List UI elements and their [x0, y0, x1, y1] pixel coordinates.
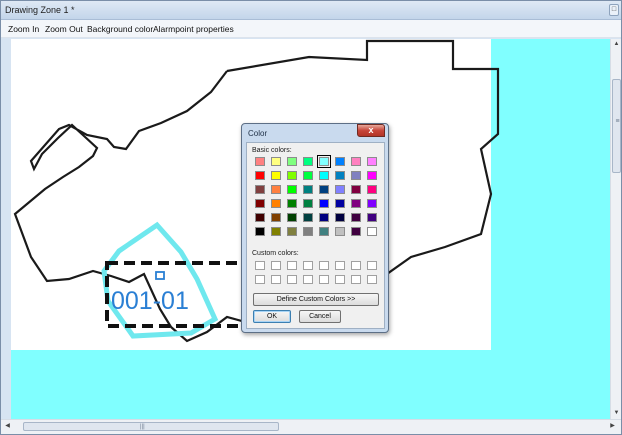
basic-color-swatch[interactable]: [367, 185, 377, 194]
basic-color-swatch[interactable]: [335, 157, 345, 166]
app-window: Drawing Zone 1 * □ Zoom In Zoom Out Back…: [0, 0, 622, 435]
basic-color-swatch[interactable]: [303, 199, 313, 208]
basic-color-swatch[interactable]: [351, 199, 361, 208]
menu-item-alarmpoint-properties[interactable]: Alarmpoint properties: [153, 24, 234, 34]
alarm-point-label[interactable]: 001-01: [111, 287, 189, 316]
basic-color-swatch[interactable]: [351, 157, 361, 166]
basic-color-swatch[interactable]: [271, 199, 281, 208]
scroll-left-icon[interactable]: ◀: [3, 422, 12, 431]
basic-color-swatch[interactable]: [335, 185, 345, 194]
menu-item-background-color[interactable]: Background color: [87, 24, 153, 34]
basic-color-swatch[interactable]: [287, 199, 297, 208]
custom-color-swatch[interactable]: [255, 275, 265, 284]
color-dialog-title: Color: [248, 129, 268, 138]
scroll-down-icon[interactable]: ▼: [612, 409, 621, 418]
basic-color-swatch[interactable]: [287, 171, 297, 180]
window-title: Drawing Zone 1 *: [5, 5, 75, 15]
basic-color-swatch[interactable]: [367, 171, 377, 180]
custom-color-swatch[interactable]: [367, 275, 377, 284]
basic-colors-label: Basic colors:: [252, 147, 292, 154]
horizontal-scrollbar[interactable]: ◀ ||| ▶: [1, 419, 621, 434]
menu-item-zoom-in[interactable]: Zoom In: [8, 24, 39, 34]
basic-color-swatch[interactable]: [271, 171, 281, 180]
custom-color-swatch[interactable]: [367, 261, 377, 270]
basic-color-swatch[interactable]: [287, 227, 297, 236]
basic-color-swatch[interactable]: [303, 213, 313, 222]
vertical-scrollbar[interactable]: ▲ ≡ ▼: [610, 39, 621, 419]
basic-color-swatch[interactable]: [335, 199, 345, 208]
basic-color-swatch[interactable]: [255, 199, 265, 208]
close-icon[interactable]: x: [357, 124, 385, 137]
cancel-button[interactable]: Cancel: [299, 310, 341, 323]
scroll-grip-icon: ≡: [615, 118, 620, 125]
basic-color-swatch[interactable]: [287, 185, 297, 194]
custom-color-swatch[interactable]: [351, 261, 361, 270]
basic-color-swatch[interactable]: [271, 227, 281, 236]
hscroll-grip-icon: |||: [140, 424, 145, 430]
basic-color-swatch[interactable]: [287, 213, 297, 222]
define-custom-colors-button[interactable]: Define Custom Colors >>: [253, 293, 379, 306]
basic-color-swatch[interactable]: [255, 227, 265, 236]
basic-color-swatch[interactable]: [271, 213, 281, 222]
color-dialog[interactable]: Color x Basic colors: Custom colors: Def…: [241, 123, 389, 333]
basic-color-swatch[interactable]: [255, 157, 265, 166]
basic-color-swatch[interactable]: [271, 185, 281, 194]
basic-color-swatch[interactable]: [255, 171, 265, 180]
basic-color-swatch[interactable]: [271, 157, 281, 166]
menu-bar: Zoom In Zoom Out Background color Alarmp…: [1, 20, 621, 38]
custom-color-swatch[interactable]: [287, 261, 297, 270]
basic-color-swatch[interactable]: [367, 199, 377, 208]
basic-color-swatch[interactable]: [351, 213, 361, 222]
basic-color-swatch[interactable]: [303, 185, 313, 194]
basic-color-swatch[interactable]: [317, 155, 331, 168]
ok-button[interactable]: OK: [253, 310, 291, 323]
horizontal-scroll-thumb[interactable]: |||: [23, 422, 279, 431]
scroll-right-icon[interactable]: ▶: [608, 422, 617, 431]
basic-color-swatch[interactable]: [335, 213, 345, 222]
title-bar[interactable]: Drawing Zone 1 * □: [1, 1, 621, 20]
basic-color-swatch[interactable]: [319, 213, 329, 222]
custom-color-swatch[interactable]: [303, 275, 313, 284]
basic-color-swatch[interactable]: [303, 171, 313, 180]
basic-color-swatch[interactable]: [287, 157, 297, 166]
basic-color-swatch[interactable]: [367, 157, 377, 166]
custom-color-swatch[interactable]: [287, 275, 297, 284]
menu-item-zoom-out[interactable]: Zoom Out: [45, 24, 83, 34]
custom-colors-label: Custom colors:: [252, 250, 299, 257]
alarm-zone-highlight[interactable]: [101, 221, 219, 339]
basic-color-swatch[interactable]: [335, 227, 345, 236]
basic-color-swatch[interactable]: [255, 185, 265, 194]
custom-color-swatch[interactable]: [319, 261, 329, 270]
basic-color-swatch[interactable]: [367, 213, 377, 222]
basic-color-swatch[interactable]: [255, 213, 265, 222]
basic-color-swatch[interactable]: [303, 227, 313, 236]
basic-color-swatch[interactable]: [335, 171, 345, 180]
custom-color-swatch[interactable]: [319, 275, 329, 284]
restore-button[interactable]: □: [609, 4, 619, 16]
custom-color-swatch[interactable]: [303, 261, 313, 270]
scroll-up-icon[interactable]: ▲: [612, 40, 621, 49]
custom-color-swatch[interactable]: [255, 261, 265, 270]
custom-color-swatch[interactable]: [351, 275, 361, 284]
basic-color-swatch[interactable]: [319, 227, 329, 236]
custom-color-swatch[interactable]: [271, 275, 281, 284]
color-dialog-body: Basic colors: Custom colors: Define Cust…: [246, 142, 385, 329]
basic-color-swatch[interactable]: [351, 185, 361, 194]
alarm-point-marker[interactable]: [155, 271, 165, 280]
basic-color-swatch[interactable]: [351, 171, 361, 180]
basic-color-swatch[interactable]: [319, 171, 329, 180]
basic-color-swatch[interactable]: [351, 227, 361, 236]
basic-color-swatch[interactable]: [319, 199, 329, 208]
basic-color-swatch[interactable]: [367, 227, 377, 236]
vertical-scroll-thumb[interactable]: ≡: [612, 79, 621, 173]
basic-color-swatch[interactable]: [303, 157, 313, 166]
custom-color-swatch[interactable]: [335, 275, 345, 284]
basic-color-swatch[interactable]: [319, 185, 329, 194]
custom-color-swatch[interactable]: [271, 261, 281, 270]
custom-color-swatch[interactable]: [335, 261, 345, 270]
